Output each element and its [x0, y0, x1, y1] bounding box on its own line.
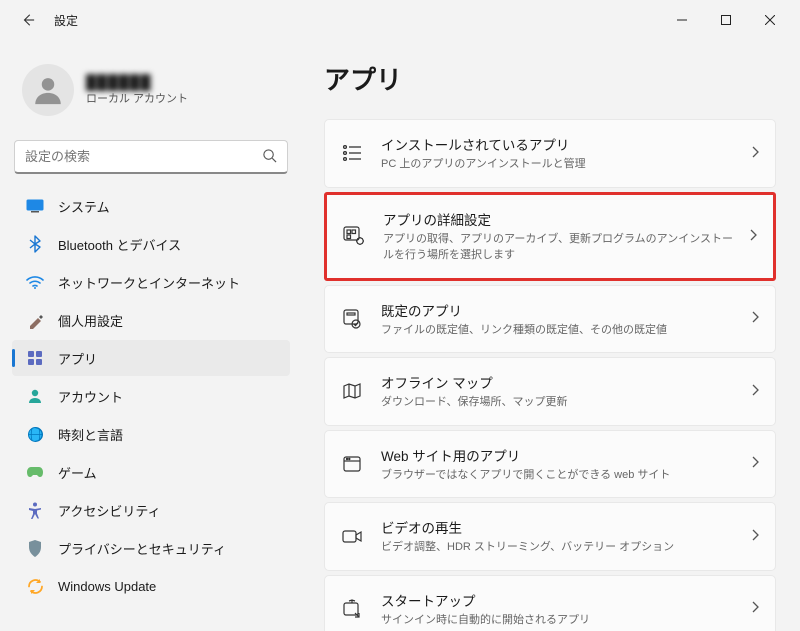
- nav-label: アクセシビリティ: [58, 501, 161, 520]
- back-button[interactable]: [16, 8, 40, 32]
- card-startup[interactable]: スタートアップ サインイン時に自動的に開始されるアプリ: [324, 575, 776, 631]
- card-title: スタートアップ: [381, 590, 741, 610]
- profile-name: ██████: [86, 74, 188, 90]
- maximize-button[interactable]: [704, 4, 748, 36]
- chevron-right-icon: [751, 311, 759, 326]
- card-video-playback[interactable]: ビデオの再生 ビデオ調整、HDR ストリーミング、バッテリー オプション: [324, 502, 776, 571]
- sidebar: ██████ ローカル アカウント システム Bluetooth とデバイス: [0, 40, 300, 631]
- website-apps-icon: [339, 455, 365, 473]
- window-title: 設定: [54, 12, 78, 29]
- apps-icon: [26, 349, 44, 367]
- card-default-apps[interactable]: 既定のアプリ ファイルの既定値、リンク種類の既定値、その他の既定値: [324, 285, 776, 354]
- bluetooth-icon: [26, 235, 44, 253]
- advanced-settings-icon: [341, 226, 367, 246]
- page-title: アプリ: [324, 60, 776, 97]
- profile[interactable]: ██████ ローカル アカウント: [12, 48, 290, 136]
- nav-label: Windows Update: [58, 579, 156, 594]
- search-icon: [262, 148, 277, 166]
- system-icon: [26, 197, 44, 215]
- chevron-right-icon: [751, 456, 759, 471]
- nav-label: ゲーム: [58, 463, 97, 482]
- installed-apps-icon: [339, 144, 365, 162]
- minimize-button[interactable]: [660, 4, 704, 36]
- card-sub: ダウンロード、保存場所、マップ更新: [381, 394, 741, 411]
- nav-label: ネットワークとインターネット: [58, 273, 240, 292]
- time-icon: [26, 425, 44, 443]
- nav-item-system[interactable]: システム: [12, 188, 290, 224]
- card-apps-for-websites[interactable]: Web サイト用のアプリ ブラウザーではなくアプリで開くことができる web サ…: [324, 430, 776, 499]
- personalization-icon: [26, 311, 44, 329]
- chevron-right-icon: [751, 529, 759, 544]
- gaming-icon: [26, 463, 44, 481]
- accessibility-icon: [26, 501, 44, 519]
- nav-label: アカウント: [58, 387, 123, 406]
- settings-cards: インストールされているアプリ PC 上のアプリのアンインストールと管理 アプリの…: [324, 119, 776, 631]
- nav-label: 個人用設定: [58, 311, 123, 330]
- card-title: ビデオの再生: [381, 517, 741, 537]
- privacy-icon: [26, 539, 44, 557]
- maps-icon: [339, 382, 365, 400]
- accounts-icon: [26, 387, 44, 405]
- card-sub: ビデオ調整、HDR ストリーミング、バッテリー オプション: [381, 539, 741, 556]
- card-sub: アプリの取得、アプリのアーカイブ、更新プログラムのアンインストールを行う場所を選…: [383, 231, 739, 264]
- search-box[interactable]: [14, 140, 288, 174]
- search-input[interactable]: [25, 149, 262, 164]
- card-title: インストールされているアプリ: [381, 134, 741, 154]
- card-offline-maps[interactable]: オフライン マップ ダウンロード、保存場所、マップ更新: [324, 357, 776, 426]
- card-sub: ファイルの既定値、リンク種類の既定値、その他の既定値: [381, 322, 741, 339]
- nav-item-update[interactable]: Windows Update: [12, 568, 290, 604]
- titlebar: 設定: [0, 0, 800, 40]
- video-icon: [339, 529, 365, 544]
- startup-icon: [339, 599, 365, 619]
- update-icon: [26, 577, 44, 595]
- chevron-right-icon: [751, 146, 759, 161]
- card-title: 既定のアプリ: [381, 300, 741, 320]
- card-sub: サインイン時に自動的に開始されるアプリ: [381, 612, 741, 629]
- avatar: [22, 64, 74, 116]
- nav-item-bluetooth[interactable]: Bluetooth とデバイス: [12, 226, 290, 262]
- nav-item-gaming[interactable]: ゲーム: [12, 454, 290, 490]
- nav-label: アプリ: [58, 349, 97, 368]
- nav-label: システム: [58, 197, 110, 216]
- chevron-right-icon: [749, 229, 757, 244]
- nav: システム Bluetooth とデバイス ネットワークとインターネット 個人用設…: [12, 188, 290, 604]
- chevron-right-icon: [751, 384, 759, 399]
- close-button[interactable]: [748, 4, 792, 36]
- nav-item-apps[interactable]: アプリ: [12, 340, 290, 376]
- network-icon: [26, 273, 44, 291]
- chevron-right-icon: [751, 601, 759, 616]
- nav-label: 時刻と言語: [58, 425, 123, 444]
- profile-sub: ローカル アカウント: [86, 90, 188, 106]
- nav-item-time[interactable]: 時刻と言語: [12, 416, 290, 452]
- card-installed-apps[interactable]: インストールされているアプリ PC 上のアプリのアンインストールと管理: [324, 119, 776, 188]
- nav-label: Bluetooth とデバイス: [58, 235, 181, 254]
- default-apps-icon: [339, 309, 365, 329]
- card-sub: ブラウザーではなくアプリで開くことができる web サイト: [381, 467, 741, 484]
- card-title: アプリの詳細設定: [383, 209, 739, 229]
- card-advanced-app-settings[interactable]: アプリの詳細設定 アプリの取得、アプリのアーカイブ、更新プログラムのアンインスト…: [324, 192, 776, 281]
- card-sub: PC 上のアプリのアンインストールと管理: [381, 156, 741, 173]
- main-content: アプリ インストールされているアプリ PC 上のアプリのアンインストールと管理: [300, 40, 800, 631]
- card-title: Web サイト用のアプリ: [381, 445, 741, 465]
- nav-item-accessibility[interactable]: アクセシビリティ: [12, 492, 290, 528]
- nav-item-privacy[interactable]: プライバシーとセキュリティ: [12, 530, 290, 566]
- nav-label: プライバシーとセキュリティ: [58, 539, 226, 558]
- card-title: オフライン マップ: [381, 372, 741, 392]
- nav-item-network[interactable]: ネットワークとインターネット: [12, 264, 290, 300]
- nav-item-accounts[interactable]: アカウント: [12, 378, 290, 414]
- nav-item-personalization[interactable]: 個人用設定: [12, 302, 290, 338]
